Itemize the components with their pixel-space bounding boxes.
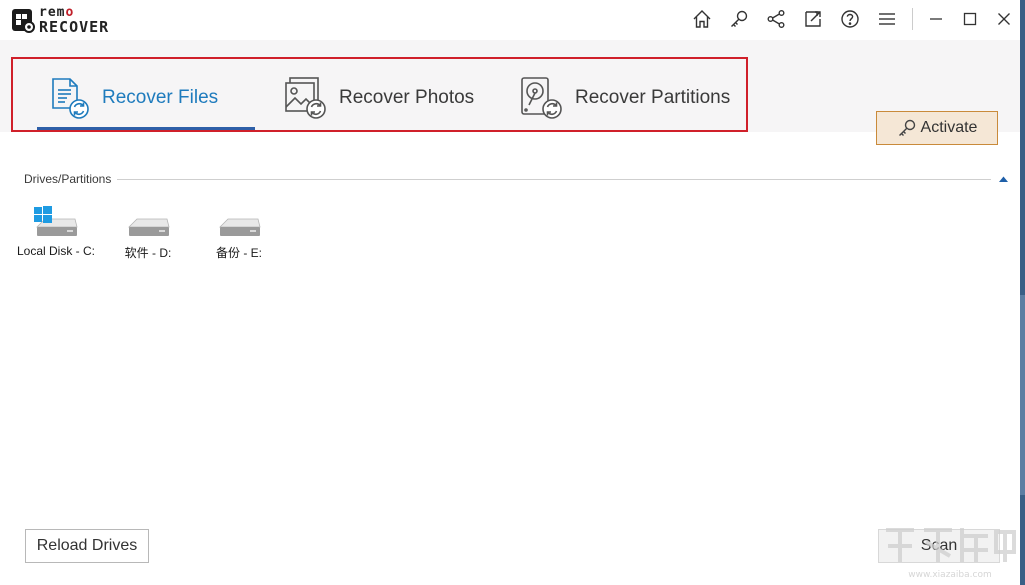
drive-label: 软件 - D: <box>124 246 172 260</box>
scan-button[interactable]: Scan <box>878 529 1000 563</box>
drive-label: 备份 - E: <box>215 246 262 260</box>
scan-label: Scan <box>920 537 958 554</box>
svg-text:www.xiazaiba.com: www.xiazaiba.com <box>908 570 992 580</box>
toolbar-divider <box>912 8 913 30</box>
tab-label: Recover Files <box>102 87 219 108</box>
logo-text-bottom: RECOVER <box>39 17 110 36</box>
active-tab-underline <box>37 127 255 130</box>
remo-logo-icon <box>12 9 35 33</box>
app-logo: remo RECOVER <box>10 5 109 35</box>
tab-recover-files[interactable]: Recover Files <box>45 71 218 125</box>
windows-drive-icon <box>34 206 78 236</box>
activate-button[interactable]: Activate <box>876 111 998 145</box>
tabs-highlight-box: Recover Files Recover Photos Recover Par… <box>11 57 748 132</box>
activate-label: Activate <box>920 119 978 136</box>
desktop-edge-highlight <box>1020 295 1025 495</box>
divider <box>117 178 991 180</box>
external-link-icon[interactable] <box>801 7 825 31</box>
chevron-up-icon[interactable] <box>999 175 1009 183</box>
menu-icon[interactable] <box>875 7 899 31</box>
drives-section-header: Drives/Partitions <box>24 171 1009 187</box>
recover-files-icon <box>52 78 89 119</box>
tab-label: Recover Partitions <box>575 87 731 108</box>
reload-drives-label: Reload Drives <box>36 537 138 554</box>
title-bar: remo RECOVER <box>0 0 1025 40</box>
reload-drives-button[interactable]: Reload Drives <box>25 529 149 563</box>
key-icon <box>898 119 915 136</box>
toolbar <box>690 6 1025 32</box>
drive-item-e[interactable]: 备份 - E: <box>198 203 280 261</box>
help-icon[interactable] <box>838 7 862 31</box>
drive-label: Local Disk - C: <box>16 244 96 258</box>
key-icon[interactable] <box>727 7 751 31</box>
close-icon[interactable] <box>991 7 1017 31</box>
minimize-icon[interactable] <box>923 7 949 31</box>
drives-title: Drives/Partitions <box>24 172 112 186</box>
drive-item-c[interactable]: Local Disk - C: <box>15 203 97 261</box>
logo-text-top: remo <box>39 4 75 20</box>
tab-recover-photos[interactable]: Recover Photos <box>282 71 474 125</box>
tab-recover-partitions[interactable]: Recover Partitions <box>518 71 730 125</box>
share-icon[interactable] <box>764 7 788 31</box>
home-icon[interactable] <box>690 7 714 31</box>
drive-icon <box>128 218 170 236</box>
maximize-icon[interactable] <box>957 7 983 31</box>
desktop-edge <box>1020 0 1025 585</box>
recover-photos-icon <box>285 77 326 119</box>
tab-bar: Recover Files Recover Photos Recover Par… <box>0 40 1020 145</box>
tab-label: Recover Photos <box>339 87 475 108</box>
drive-item-d[interactable]: 软件 - D: <box>107 203 189 261</box>
recover-partitions-icon <box>521 77 562 119</box>
drive-icon <box>219 218 261 236</box>
